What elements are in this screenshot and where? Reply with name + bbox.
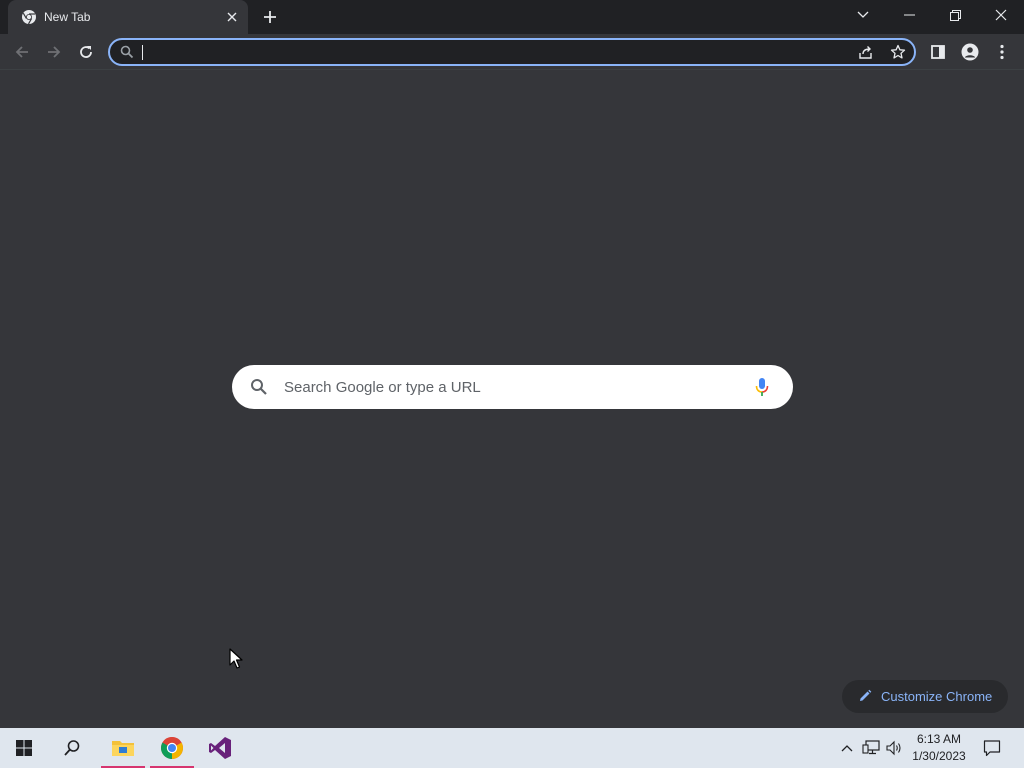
taskbar-clock[interactable]: 6:13 AM 1/30/2023	[908, 731, 970, 765]
minimize-button[interactable]	[886, 0, 932, 30]
windows-start-icon	[16, 740, 32, 756]
taskbar-chrome[interactable]	[148, 728, 196, 768]
action-center-button[interactable]	[978, 728, 1006, 768]
search-icon	[250, 378, 268, 401]
ntp-search-box[interactable]: Search Google or type a URL	[232, 365, 793, 409]
tab-close-icon[interactable]	[224, 9, 240, 25]
profile-button[interactable]	[956, 38, 984, 66]
volume-tray-icon[interactable]	[884, 728, 904, 768]
menu-button[interactable]	[988, 38, 1016, 66]
plus-icon	[264, 11, 276, 23]
text-caret	[142, 45, 143, 60]
customize-chrome-button[interactable]: Customize Chrome	[842, 680, 1008, 713]
reload-icon	[80, 46, 92, 58]
share-icon[interactable]	[858, 44, 874, 65]
kebab-menu-icon	[1000, 44, 1004, 60]
forward-button[interactable]	[40, 38, 68, 66]
reload-button[interactable]	[72, 38, 100, 66]
taskbar-file-explorer[interactable]	[99, 728, 147, 768]
restore-icon	[949, 9, 961, 21]
close-window-button[interactable]	[978, 0, 1024, 30]
search-icon	[64, 740, 80, 756]
clock-date: 1/30/2023	[912, 749, 966, 763]
network-icon	[862, 740, 880, 755]
close-icon	[995, 9, 1007, 21]
address-bar[interactable]	[108, 38, 916, 66]
browser-toolbar	[0, 34, 1024, 70]
network-tray-icon[interactable]	[861, 728, 881, 768]
tray-overflow-button[interactable]	[838, 728, 856, 768]
address-input[interactable]	[146, 42, 846, 62]
tab-new-tab[interactable]: New Tab	[8, 0, 248, 34]
customize-chrome-label: Customize Chrome	[881, 689, 993, 704]
taskbar-visual-studio[interactable]	[196, 728, 244, 768]
new-tab-button[interactable]	[259, 6, 281, 28]
start-button[interactable]	[0, 728, 48, 768]
chrome-icon	[161, 737, 183, 759]
avatar-icon	[961, 43, 979, 61]
chevron-up-icon	[841, 745, 853, 752]
speaker-icon	[886, 740, 901, 756]
tab-title: New Tab	[44, 10, 91, 24]
side-panel-button[interactable]	[924, 38, 952, 66]
minimize-icon	[903, 14, 915, 16]
file-explorer-icon	[112, 741, 134, 756]
restore-button[interactable]	[932, 0, 978, 30]
bookmark-star-icon[interactable]	[890, 44, 906, 65]
arrow-right-icon	[48, 46, 61, 58]
mouse-cursor-icon	[229, 648, 243, 675]
search-icon	[120, 45, 134, 64]
microphone-icon[interactable]	[755, 377, 769, 402]
arrow-left-icon	[15, 46, 28, 58]
search-placeholder: Search Google or type a URL	[284, 379, 481, 396]
side-panel-icon	[931, 45, 945, 59]
clock-time: 6:13 AM	[916, 732, 962, 746]
windows-taskbar: 6:13 AM 1/30/2023	[0, 728, 1024, 768]
taskbar-search-button[interactable]	[48, 728, 96, 768]
back-button[interactable]	[8, 38, 36, 66]
tab-strip: New Tab	[0, 0, 1024, 34]
tab-search-button[interactable]	[840, 0, 886, 30]
visual-studio-icon	[209, 737, 231, 759]
notification-icon	[983, 740, 1001, 757]
pencil-icon	[858, 689, 872, 708]
chrome-favicon-icon	[21, 9, 37, 25]
chevron-down-icon	[857, 11, 869, 18]
